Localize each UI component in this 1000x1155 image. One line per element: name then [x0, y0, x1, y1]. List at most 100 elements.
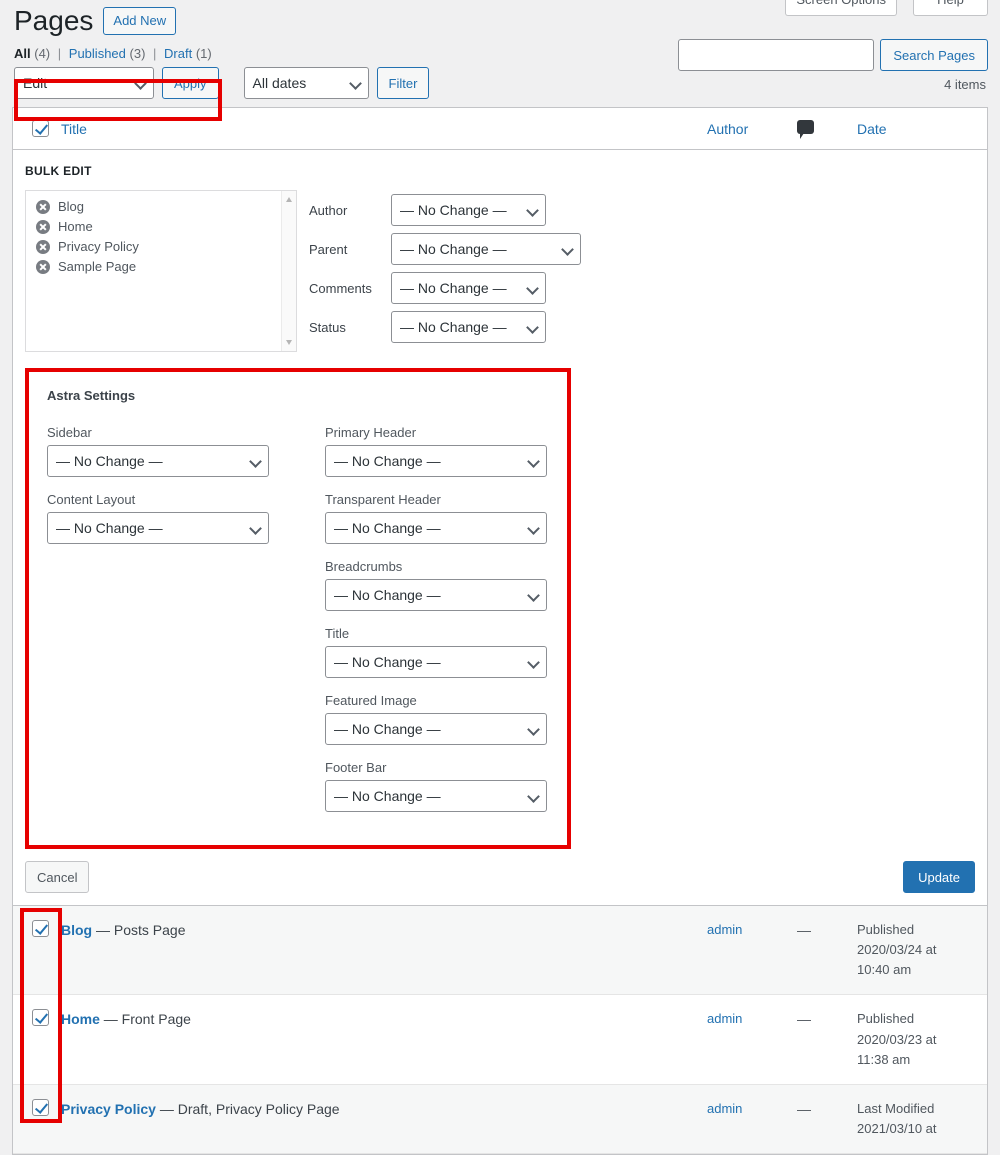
screen-options-button[interactable]: Screen Options: [785, 0, 897, 17]
remove-icon[interactable]: [36, 199, 50, 214]
astra-featured-image-select[interactable]: — No Change —: [325, 713, 547, 745]
status-select-wrap: — No Change —: [391, 311, 546, 343]
astra-breadcrumbs-select-wrap: — No Change —: [325, 579, 547, 611]
status-select[interactable]: — No Change —: [391, 311, 546, 343]
bulk-action-select[interactable]: Edit: [14, 67, 154, 99]
table-row: Privacy Policy — Draft, Privacy Policy P…: [13, 1084, 987, 1155]
row-title-link[interactable]: Home: [61, 1011, 100, 1027]
astra-left-column: Sidebar — No Change — Content Layout — N…: [47, 425, 269, 827]
remove-icon[interactable]: [36, 219, 50, 234]
table-row: Home — Front Page admin — Published 2020…: [13, 995, 987, 1085]
astra-field-primary-header: Primary Header — No Change —: [325, 425, 547, 482]
astra-sidebar-select[interactable]: — No Change —: [47, 445, 269, 477]
row-date: Published 2020/03/24 at 10:40 am: [857, 920, 977, 980]
row-comments: —: [797, 1011, 811, 1028]
filter-button[interactable]: Filter: [376, 67, 430, 99]
tablenav-top: Edit Apply All dates Filter 4 items: [0, 67, 1000, 107]
select-all-checkbox[interactable]: [31, 120, 49, 137]
bulk-edit-columns: Blog Home Privacy Policy Sample Page Aut…: [25, 190, 977, 352]
astra-primary-header-select-wrap: — No Change —: [325, 445, 547, 477]
row-checkbox[interactable]: [31, 920, 49, 937]
remove-icon[interactable]: [36, 239, 50, 254]
bulk-edit-panel: BULK EDIT Blog Home Privacy Policy Sampl: [13, 150, 987, 358]
field-label-parent: Parent: [309, 241, 348, 257]
author-select[interactable]: — No Change —: [391, 194, 546, 226]
update-button[interactable]: Update: [903, 861, 975, 893]
astra-title-select[interactable]: — No Change —: [325, 646, 547, 678]
row-checkbox[interactable]: [31, 1098, 49, 1116]
row-select-cell: [23, 1009, 57, 1027]
row-title-link[interactable]: Blog: [61, 922, 92, 938]
row-select-cell: [23, 920, 57, 937]
row-date: Last Modified 2021/03/10 at: [857, 1099, 977, 1139]
field-comments: Comments — No Change —: [309, 272, 581, 304]
help-button[interactable]: Help: [913, 0, 988, 17]
add-new-button[interactable]: Add New: [103, 6, 177, 36]
status-link-all[interactable]: All (4): [14, 46, 50, 61]
astra-label-breadcrumbs: Breadcrumbs: [325, 559, 403, 574]
bulk-edit-legend: BULK EDIT: [25, 164, 92, 178]
row-author[interactable]: admin: [707, 920, 797, 940]
bulk-edit-titles-list: Blog Home Privacy Policy Sample Page: [25, 190, 297, 352]
status-link-published[interactable]: Published (3): [69, 46, 146, 61]
astra-field-content-layout: Content Layout — No Change —: [47, 492, 269, 549]
astra-settings-grid: Sidebar — No Change — Content Layout — N…: [47, 425, 551, 827]
astra-featured-image-select-wrap: — No Change —: [325, 713, 547, 745]
remove-icon[interactable]: [36, 259, 50, 274]
row-comments: —: [797, 922, 811, 938]
astra-sidebar-select-wrap: — No Change —: [47, 445, 269, 477]
astra-footer-bar-select-wrap: — No Change —: [325, 780, 547, 812]
page-title: Pages: [14, 4, 94, 36]
astra-settings-heading: Astra Settings: [47, 388, 136, 403]
row-title-link[interactable]: Privacy Policy: [61, 1101, 156, 1117]
separator: |: [153, 46, 157, 61]
field-label-author: Author: [309, 202, 348, 218]
cancel-button[interactable]: Cancel: [25, 861, 90, 893]
astra-transparent-header-select[interactable]: — No Change —: [325, 512, 547, 544]
column-header-comments[interactable]: [797, 120, 857, 139]
row-title-cell: Home — Front Page: [57, 1009, 707, 1030]
row-title-suffix: — Front Page: [99, 1011, 191, 1028]
table-row: Blog — Posts Page admin — Published 2020…: [13, 906, 987, 996]
column-header-author[interactable]: Author: [707, 121, 797, 137]
apply-button[interactable]: Apply: [162, 67, 219, 99]
status-link-draft[interactable]: Draft (1): [164, 46, 212, 61]
astra-label-transparent-header: Transparent Header: [325, 492, 441, 507]
comments-select[interactable]: — No Change —: [391, 272, 546, 304]
astra-label-featured-image: Featured Image: [325, 693, 417, 708]
astra-breadcrumbs-select[interactable]: — No Change —: [325, 579, 547, 611]
parent-select[interactable]: — No Change —: [391, 233, 581, 265]
field-parent: Parent — No Change —: [309, 233, 581, 265]
comment-bubble-icon: [797, 120, 814, 139]
items-count: 4 items: [944, 77, 986, 92]
list-item: Blog: [36, 199, 290, 214]
row-date-status: Published: [857, 922, 915, 937]
bulk-edit-fields: Author — No Change — Parent — No Change …: [309, 190, 581, 352]
list-item-label: Privacy Policy: [58, 239, 139, 254]
field-label-comments: Comments: [309, 280, 372, 296]
row-checkbox[interactable]: [31, 1009, 49, 1027]
astra-field-sidebar: Sidebar — No Change —: [47, 425, 269, 482]
column-header-title[interactable]: Title: [57, 121, 707, 137]
parent-select-wrap: — No Change —: [391, 233, 581, 265]
bulk-edit-submit-row: Cancel Update: [13, 849, 987, 906]
date-filter-select[interactable]: All dates: [243, 67, 369, 99]
row-author[interactable]: admin: [707, 1099, 797, 1119]
list-item: Home: [36, 219, 290, 234]
scroll-down-arrow-icon[interactable]: [286, 340, 292, 345]
astra-field-footer-bar: Footer Bar — No Change —: [325, 760, 547, 817]
row-date-status: Published: [857, 1011, 915, 1027]
list-item-label: Sample Page: [58, 259, 137, 274]
astra-transparent-header-select-wrap: — No Change —: [325, 512, 547, 544]
astra-footer-bar-select[interactable]: — No Change —: [325, 780, 547, 812]
column-header-date[interactable]: Date: [857, 121, 977, 137]
row-author[interactable]: admin: [707, 1009, 797, 1029]
astra-primary-header-select[interactable]: — No Change —: [325, 445, 547, 477]
row-date-value: 2021/03/10 at: [857, 1120, 937, 1136]
astra-content-layout-select[interactable]: — No Change —: [47, 512, 269, 544]
astra-label-content-layout: Content Layout: [47, 492, 136, 507]
select-all-cell: [23, 120, 57, 137]
astra-right-column: Primary Header — No Change — Transparent…: [325, 425, 547, 827]
titles-list-scrollbar[interactable]: [281, 191, 296, 351]
scroll-up-arrow-icon[interactable]: [286, 197, 292, 202]
